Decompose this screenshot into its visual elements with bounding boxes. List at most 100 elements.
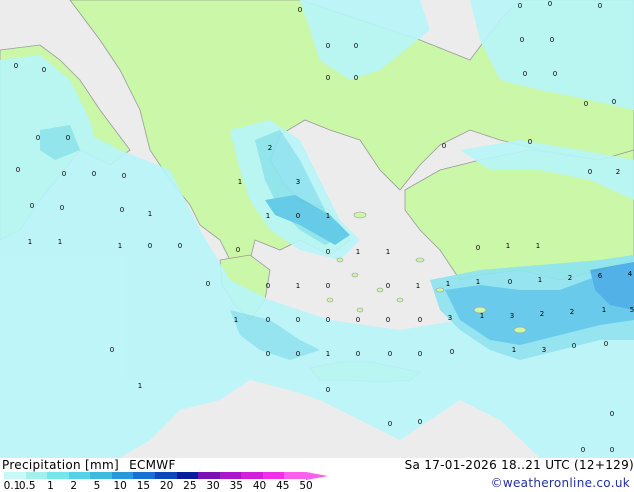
svg-text:0: 0 xyxy=(548,0,552,8)
svg-text:0: 0 xyxy=(610,446,614,454)
svg-text:1: 1 xyxy=(536,242,540,250)
colorbar-tick-label: 50 xyxy=(299,480,313,492)
colorbar-tick-label: 5 xyxy=(93,480,101,492)
colorbar-tick-label: 25 xyxy=(183,480,197,492)
svg-text:0: 0 xyxy=(523,70,527,78)
svg-text:0: 0 xyxy=(418,316,422,324)
colorbar-tick-label: 30 xyxy=(206,480,220,492)
svg-text:0: 0 xyxy=(476,244,480,252)
svg-text:1: 1 xyxy=(296,282,300,290)
colorbar-segment xyxy=(219,472,242,479)
colorbar-segment xyxy=(155,472,178,479)
svg-text:0: 0 xyxy=(518,2,522,10)
svg-text:0: 0 xyxy=(612,98,616,106)
svg-text:0: 0 xyxy=(298,6,302,14)
svg-text:0: 0 xyxy=(418,350,422,358)
svg-text:2: 2 xyxy=(568,274,572,282)
svg-text:1: 1 xyxy=(138,382,142,390)
svg-text:0: 0 xyxy=(588,168,592,176)
svg-text:0: 0 xyxy=(60,204,64,212)
svg-text:1: 1 xyxy=(446,280,450,288)
svg-text:0: 0 xyxy=(120,206,124,214)
weather-map-frame: 0 0 0 0 0 0 0 0 0 0 0 0 0 0 0 0 0 0 2 0 … xyxy=(0,0,634,492)
svg-text:1: 1 xyxy=(538,276,542,284)
colorbar-segment xyxy=(111,472,134,479)
svg-text:3: 3 xyxy=(510,312,514,320)
model-name: ECMWF xyxy=(129,458,176,472)
svg-text:0: 0 xyxy=(266,350,270,358)
svg-text:5: 5 xyxy=(630,306,634,314)
svg-text:3: 3 xyxy=(296,178,300,186)
svg-text:0: 0 xyxy=(296,316,300,324)
colorbar-segment xyxy=(284,472,307,479)
colorbar-tick-label: 0.5 xyxy=(18,480,36,492)
svg-text:1: 1 xyxy=(506,242,510,250)
svg-text:0: 0 xyxy=(266,282,270,290)
svg-text:0: 0 xyxy=(550,36,554,44)
colorbar-tick-label: 0.1 xyxy=(3,480,21,492)
svg-text:0: 0 xyxy=(42,66,46,74)
svg-text:1: 1 xyxy=(386,248,390,256)
valid-time: Sa 17-01-2026 18..21 UTC (12+129) xyxy=(404,458,634,472)
colorbar-tick-label: 20 xyxy=(159,480,174,492)
svg-text:0: 0 xyxy=(354,74,358,82)
colorbar-segment xyxy=(198,472,221,479)
svg-text:1: 1 xyxy=(416,282,420,290)
svg-text:0: 0 xyxy=(326,248,330,256)
svg-text:0: 0 xyxy=(178,242,182,250)
colorbar-tick-label: 1 xyxy=(47,480,54,492)
svg-text:0: 0 xyxy=(520,36,524,44)
svg-text:1: 1 xyxy=(148,210,152,218)
svg-text:0: 0 xyxy=(356,350,360,358)
credit-link[interactable]: ©weatheronline.co.uk xyxy=(491,476,630,490)
svg-text:0: 0 xyxy=(296,212,300,220)
svg-text:0: 0 xyxy=(388,350,392,358)
colorbar-segment xyxy=(176,472,199,479)
svg-text:1: 1 xyxy=(326,350,330,358)
svg-text:4: 4 xyxy=(628,270,633,278)
colorbar-segment xyxy=(25,472,48,479)
colorbar-segment xyxy=(90,472,113,479)
svg-text:1: 1 xyxy=(118,242,122,250)
colorbar-segment xyxy=(68,472,91,479)
svg-text:0: 0 xyxy=(92,170,96,178)
svg-text:1: 1 xyxy=(512,346,516,354)
svg-text:0: 0 xyxy=(610,410,614,418)
svg-text:2: 2 xyxy=(616,168,620,176)
svg-text:0: 0 xyxy=(584,100,588,108)
svg-text:0: 0 xyxy=(581,446,585,454)
colorbar-segment xyxy=(133,472,156,479)
svg-text:0: 0 xyxy=(553,70,557,78)
colorbar-segment xyxy=(241,472,264,479)
svg-text:0: 0 xyxy=(110,346,114,354)
svg-text:0: 0 xyxy=(66,134,70,142)
svg-text:0: 0 xyxy=(62,170,66,178)
svg-text:0: 0 xyxy=(388,420,392,428)
svg-text:0: 0 xyxy=(148,242,152,250)
legend-title-text: Precipitation [mm] xyxy=(2,458,119,472)
svg-text:2: 2 xyxy=(540,310,544,318)
svg-text:2: 2 xyxy=(570,308,574,316)
colorbar-segment xyxy=(262,472,285,479)
svg-text:1: 1 xyxy=(28,238,32,246)
svg-text:0: 0 xyxy=(450,348,454,356)
svg-text:1: 1 xyxy=(238,178,242,186)
svg-text:0: 0 xyxy=(236,246,240,254)
svg-text:0: 0 xyxy=(206,280,210,288)
svg-text:0: 0 xyxy=(572,342,576,350)
svg-text:0: 0 xyxy=(354,42,358,50)
svg-text:0: 0 xyxy=(604,340,608,348)
svg-text:1: 1 xyxy=(326,212,330,220)
svg-text:3: 3 xyxy=(448,314,452,322)
svg-text:6: 6 xyxy=(598,272,603,280)
colorbar-arrow xyxy=(306,472,328,480)
svg-text:0: 0 xyxy=(418,418,422,426)
svg-text:0: 0 xyxy=(386,282,390,290)
svg-text:0: 0 xyxy=(326,74,330,82)
svg-text:0: 0 xyxy=(30,202,34,210)
svg-text:1: 1 xyxy=(480,312,484,320)
svg-text:1: 1 xyxy=(234,316,238,324)
colorbar-tick-label: 2 xyxy=(70,480,78,492)
svg-text:1: 1 xyxy=(476,278,480,286)
svg-text:0: 0 xyxy=(326,282,330,290)
